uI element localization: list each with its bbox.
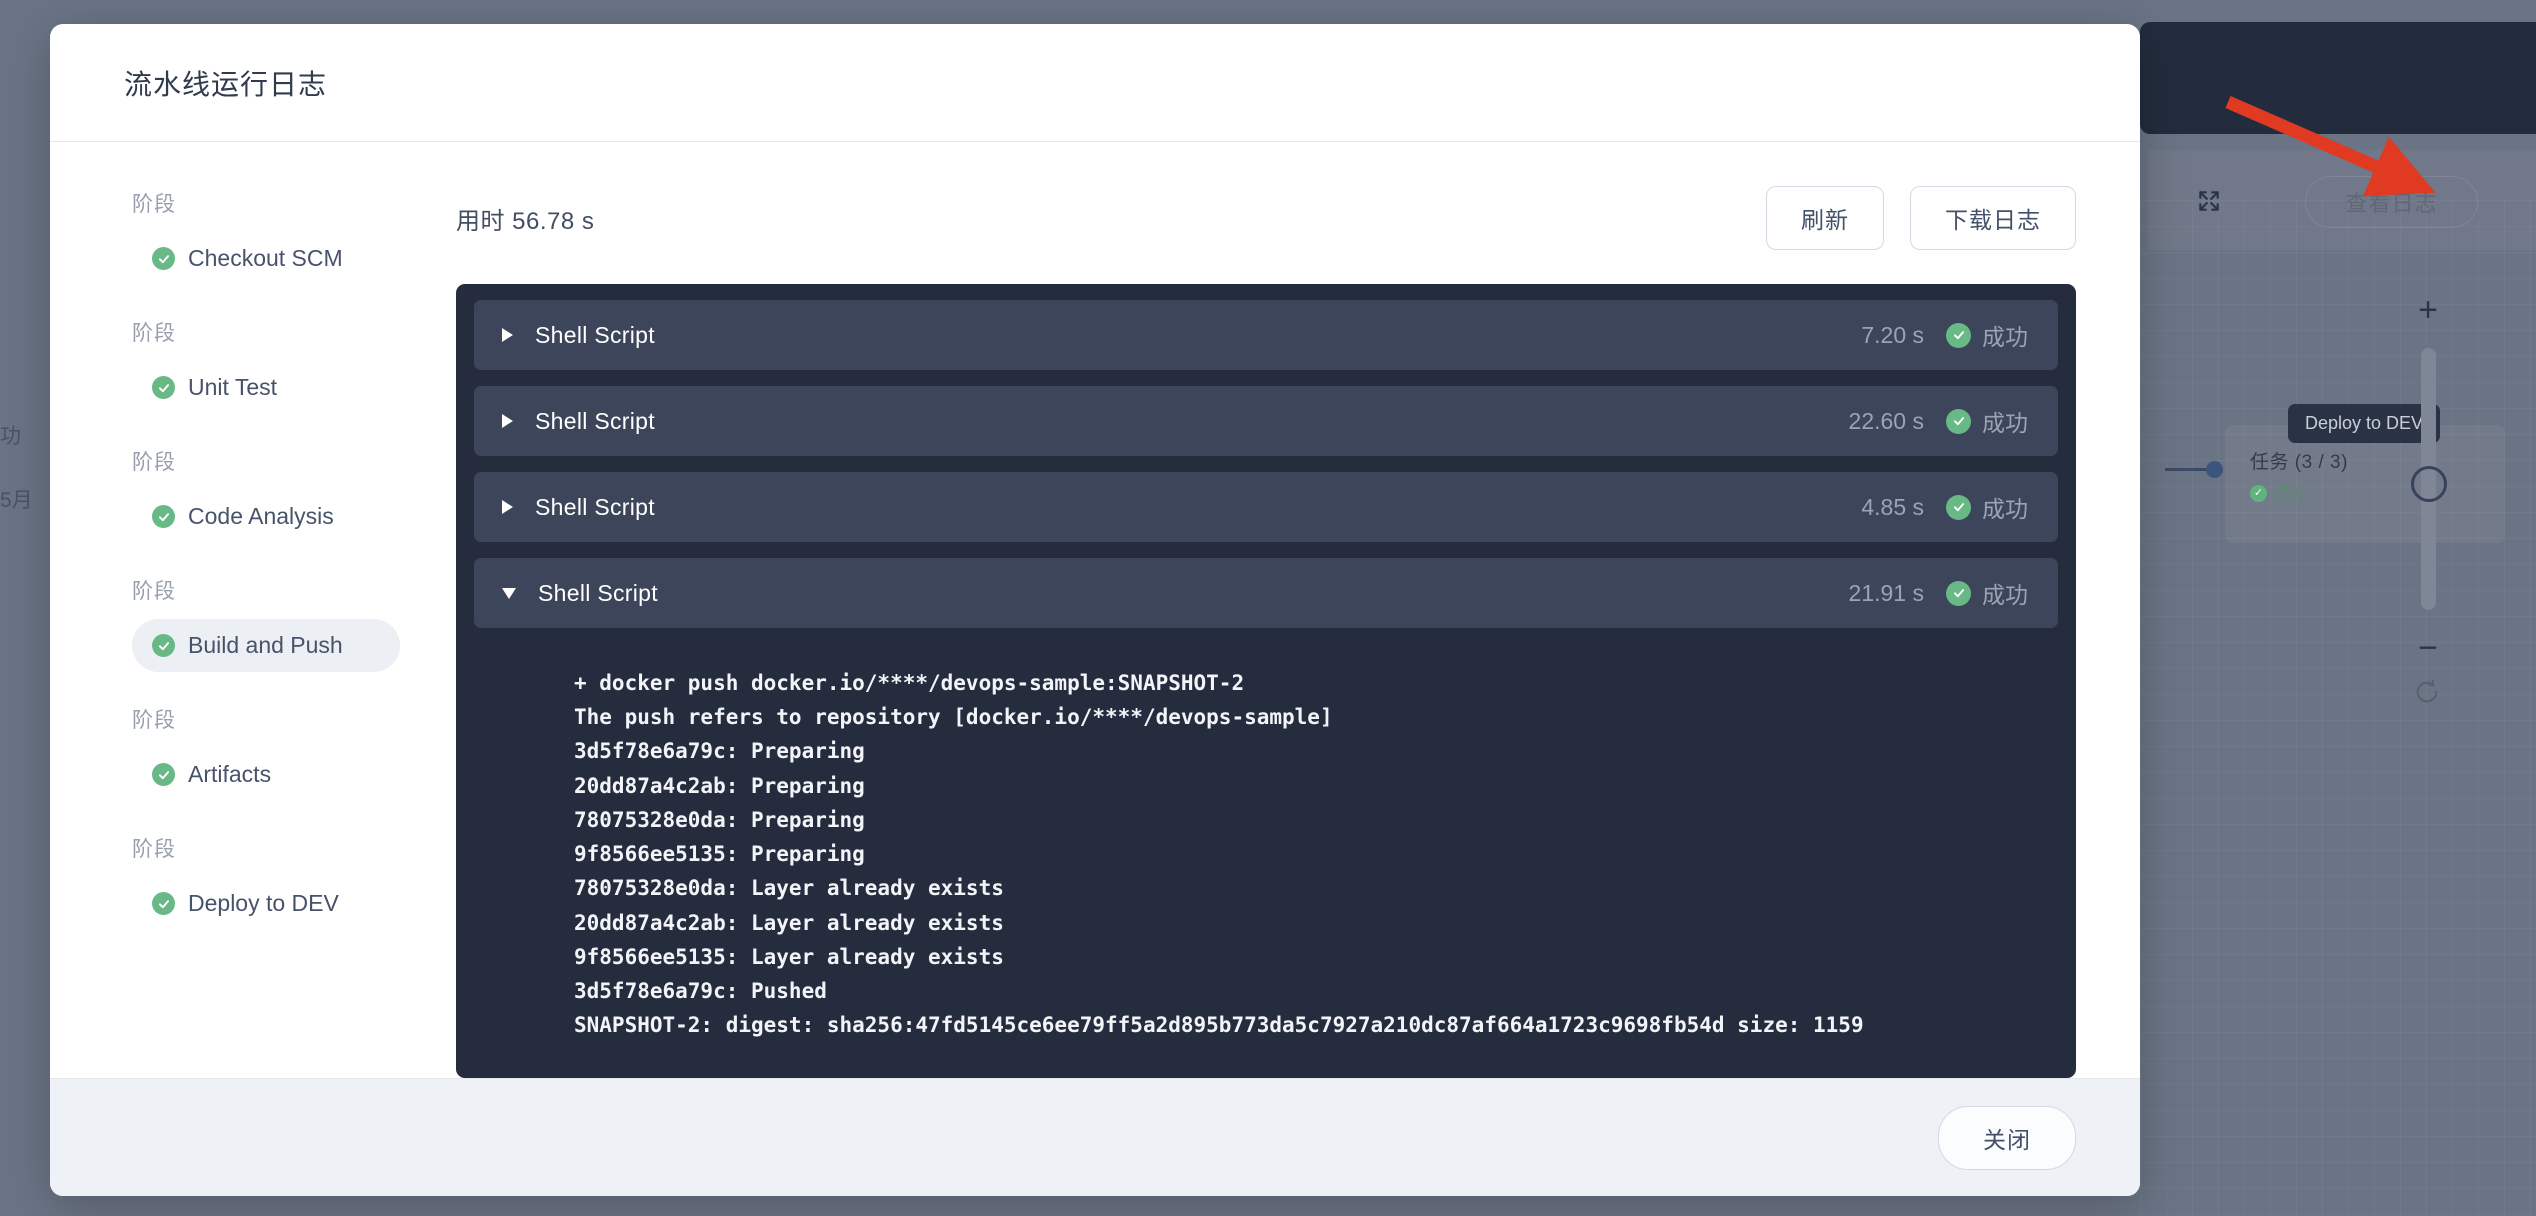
close-button[interactable]: 关闭 <box>1938 1105 2076 1170</box>
check-circle-icon <box>152 763 175 786</box>
sidebar-item-label: Deploy to DEV <box>188 890 339 916</box>
refresh-button[interactable]: 刷新 <box>1766 186 1884 250</box>
canvas-zoom-panel[interactable]: + − <box>2408 290 2468 708</box>
background-left-text: 功 5月 <box>0 405 33 533</box>
stage-group-label: 阶段 <box>132 451 176 474</box>
status-badge: 成功 <box>1946 404 2028 438</box>
sidebar-item-label: Unit Test <box>188 374 278 400</box>
dialog-body: 阶段 Checkout SCM 阶段 Unit Test 阶段 Code Analysis… <box>50 142 2140 1078</box>
stage-group-label: 阶段 <box>132 838 176 861</box>
status-label: 成功 <box>1982 582 2028 608</box>
zoom-slider-thumb[interactable] <box>2410 466 2447 502</box>
step-name: Shell Script <box>535 493 655 520</box>
zoom-slider-track[interactable] <box>2410 348 2447 610</box>
sidebar-item-label: Checkout SCM <box>188 245 343 271</box>
log-toolbar: 用时 56.78 s 刷新 下载日志 <box>456 186 2076 250</box>
stage-group-label: 阶段 <box>132 709 176 732</box>
step-name: Shell Script <box>538 579 658 606</box>
step-duration: 21.91 s <box>1848 579 1924 606</box>
step-name: Shell Script <box>535 407 655 434</box>
sidebar-item-label: Code Analysis <box>188 503 334 529</box>
check-circle-icon <box>1946 408 1971 434</box>
check-circle-icon <box>1946 322 1971 348</box>
pipeline-canvas-grid <box>2140 200 2536 1216</box>
chevron-down-icon[interactable] <box>502 587 516 599</box>
step-list: Shell Script 7.20 s 成功 Shell Script 22.60 s 成… <box>474 300 2058 628</box>
status-badge: 成功 <box>1946 490 2028 524</box>
step-duration: 7.20 s <box>1861 321 1924 348</box>
sidebar-item-deploy-to-dev[interactable]: Deploy to DEV <box>132 877 400 930</box>
step-name: Shell Script <box>535 321 655 348</box>
sidebar-item-label: Artifacts <box>188 761 272 787</box>
stage-group: 阶段 Code Analysis <box>50 446 440 543</box>
check-circle-icon <box>1946 494 1971 520</box>
step-row[interactable]: Shell Script 4.85 s 成功 <box>474 472 2058 542</box>
check-circle-icon <box>152 376 175 399</box>
status-label: 成功 <box>1982 410 2028 436</box>
stage-group-label: 阶段 <box>132 580 176 603</box>
bg-fragment-status: 功 <box>0 425 21 448</box>
sidebar-item-build-and-push[interactable]: Build and Push <box>132 619 400 672</box>
zoom-out-button[interactable]: − <box>2408 628 2448 668</box>
stage-group: 阶段 Build and Push <box>50 575 440 672</box>
log-output-text: + docker push docker.io/****/devops-samp… <box>574 671 1864 1038</box>
sidebar-item-checkout-scm[interactable]: Checkout SCM <box>132 232 400 285</box>
status-badge: 成功 <box>1946 318 2028 352</box>
stage-group: 阶段 Checkout SCM <box>50 188 440 285</box>
chevron-right-icon[interactable] <box>502 328 513 342</box>
toolbar-buttons: 刷新 下载日志 <box>1766 186 2076 250</box>
log-console: Shell Script 7.20 s 成功 Shell Script 22.60 s 成… <box>456 284 2076 1078</box>
stage-group: 阶段 Unit Test <box>50 317 440 414</box>
dialog-header: 流水线运行日志 <box>50 24 2140 142</box>
check-circle-icon: ✓ <box>2250 484 2267 502</box>
sidebar-item-artifacts[interactable]: Artifacts <box>132 748 400 801</box>
stage-group: 阶段 Deploy to DEV <box>50 833 440 930</box>
stage-group: 阶段 Artifacts <box>50 704 440 801</box>
status-label: 成功 <box>1982 324 2028 350</box>
status-badge: 成功 <box>1946 576 2028 610</box>
sidebar-item-unit-test[interactable]: Unit Test <box>132 361 400 414</box>
red-pointer-arrow <box>2225 96 2436 197</box>
sidebar-item-label: Build and Push <box>188 632 343 658</box>
zoom-in-button[interactable]: + <box>2408 290 2448 330</box>
log-main-panel: 用时 56.78 s 刷新 下载日志 Shell Script 7.20 s 成功 S… <box>440 142 2140 1078</box>
chevron-right-icon[interactable] <box>502 414 513 428</box>
dialog-footer: 关闭 <box>50 1078 2140 1196</box>
step-duration: 4.85 s <box>1861 493 1924 520</box>
check-circle-icon <box>152 892 175 915</box>
pipeline-log-dialog: 流水线运行日志 阶段 Checkout SCM 阶段 Unit Test 阶段 Code … <box>50 24 2140 1196</box>
stage-sidebar: 阶段 Checkout SCM 阶段 Unit Test 阶段 Code Analysis… <box>50 142 440 1078</box>
status-label: 成功 <box>1982 496 2028 522</box>
refresh-icon[interactable] <box>2413 678 2443 708</box>
stage-group-label: 阶段 <box>132 193 176 216</box>
elapsed-time: 用时 56.78 s <box>456 207 595 235</box>
pipeline-edge-dot <box>2206 461 2223 478</box>
check-circle-icon <box>152 505 175 528</box>
step-row[interactable]: Shell Script 22.60 s 成功 <box>474 386 2058 456</box>
bg-fragment-date: 5月 <box>0 489 33 512</box>
check-circle-icon <box>152 247 175 270</box>
download-log-button[interactable]: 下载日志 <box>1910 186 2076 250</box>
step-row[interactable]: Shell Script 7.20 s 成功 <box>474 300 2058 370</box>
check-circle-icon <box>152 634 175 657</box>
step-duration: 22.60 s <box>1848 407 1924 434</box>
check-circle-icon <box>1946 580 1971 606</box>
sidebar-item-code-analysis[interactable]: Code Analysis <box>132 490 400 543</box>
step-row[interactable]: Shell Script 21.91 s 成功 <box>474 558 2058 628</box>
page-title: 流水线运行日志 <box>124 68 328 100</box>
stage-group-label: 阶段 <box>132 322 176 345</box>
chevron-right-icon[interactable] <box>502 500 513 514</box>
node-status-label: 成功 <box>2274 484 2310 504</box>
